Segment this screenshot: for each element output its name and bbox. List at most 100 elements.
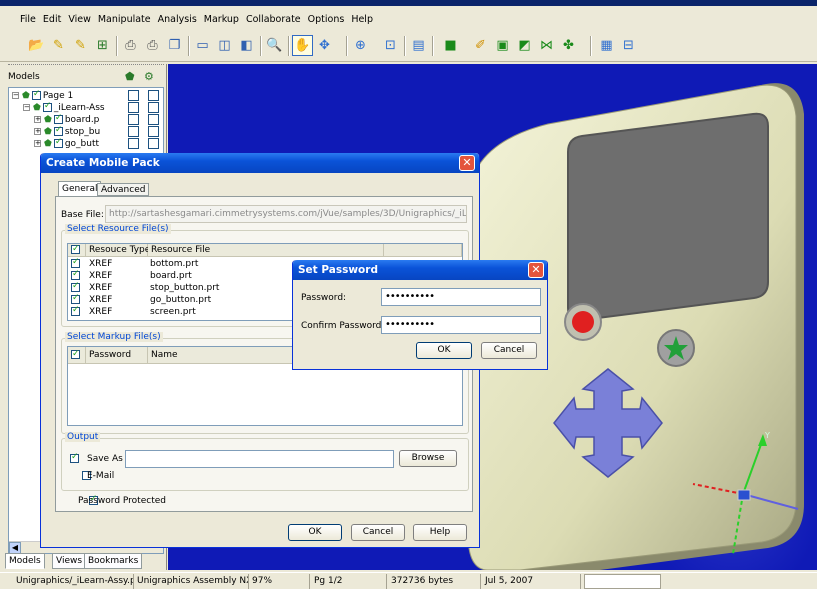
output-group-label: Output bbox=[65, 432, 101, 442]
base-file-field: http://sartashesgamari.cimmetrysystems.c… bbox=[105, 205, 467, 223]
tree-toggle[interactable] bbox=[128, 138, 139, 149]
dual-view-icon[interactable]: ◧ bbox=[236, 35, 257, 56]
comment-icon[interactable]: ▤ bbox=[408, 35, 429, 56]
browse-button[interactable]: Browse bbox=[399, 450, 457, 467]
single-view-icon[interactable]: ▭ bbox=[192, 35, 213, 56]
wand-icon[interactable]: ✎ bbox=[48, 35, 69, 56]
help-button[interactable]: Help bbox=[413, 524, 467, 541]
pan-hand-icon[interactable]: ✋ bbox=[292, 35, 313, 56]
tree-toggle[interactable] bbox=[128, 126, 139, 137]
color-icon[interactable]: ✤ bbox=[558, 35, 579, 56]
password-ok-button[interactable]: OK bbox=[416, 342, 472, 359]
rotate-icon[interactable]: ✥ bbox=[314, 35, 335, 56]
svg-text:Y: Y bbox=[764, 431, 770, 440]
save-as-input[interactable] bbox=[125, 450, 394, 468]
tab-views[interactable]: Views bbox=[52, 553, 87, 569]
menu-collaborate[interactable]: Collaborate bbox=[246, 14, 301, 25]
tree-item-stop-button[interactable]: +⬟ stop_bu bbox=[34, 125, 100, 137]
menu-manipulate[interactable]: Manipulate bbox=[98, 14, 151, 25]
box-icon[interactable]: ▣ bbox=[492, 35, 513, 56]
tree-item-page[interactable]: −⬟ Page 1 bbox=[12, 89, 73, 101]
save-as-checkbox[interactable] bbox=[70, 452, 79, 463]
menu-help[interactable]: Help bbox=[351, 14, 373, 25]
col-extra bbox=[384, 244, 462, 257]
markup-group-label: Select Markup File(s) bbox=[65, 332, 163, 342]
status-blank bbox=[584, 574, 661, 589]
status-page: Pg 1/2 bbox=[312, 574, 387, 589]
tree-toggle[interactable] bbox=[128, 114, 139, 125]
split-view-icon[interactable]: ◫ bbox=[214, 35, 235, 56]
paint-icon[interactable]: ✐ bbox=[470, 35, 491, 56]
resource-group-label: Select Resource File(s) bbox=[65, 224, 171, 234]
password-input[interactable]: •••••••••• bbox=[381, 288, 541, 306]
tab-bookmarks[interactable]: Bookmarks bbox=[84, 553, 143, 569]
tree-toggle[interactable] bbox=[148, 90, 159, 101]
markup-select-all-checkbox[interactable] bbox=[68, 347, 86, 364]
copy-icon[interactable]: ❐ bbox=[164, 35, 185, 56]
base-file-label: Base File: bbox=[61, 210, 104, 220]
magnifier-icon[interactable]: 🔍 bbox=[264, 35, 285, 56]
tree-icon[interactable]: ⊞ bbox=[92, 35, 113, 56]
tree-toggle[interactable] bbox=[148, 102, 159, 113]
col-resource-file[interactable]: Resource File bbox=[148, 244, 384, 257]
set-password-dialog: Set Password ✕ Password: •••••••••• Conf… bbox=[292, 260, 548, 370]
status-zoom: 97% bbox=[250, 574, 310, 589]
tree-toggle[interactable] bbox=[128, 90, 139, 101]
zoom-icon[interactable]: ⊕ bbox=[350, 35, 371, 56]
tree-toggle[interactable] bbox=[148, 126, 159, 137]
ok-button[interactable]: OK bbox=[288, 524, 342, 541]
settings-icon[interactable]: ⚙ bbox=[144, 70, 154, 83]
email-label: E-Mail bbox=[87, 471, 115, 481]
measure-icon[interactable]: ▦ bbox=[596, 35, 617, 56]
close-icon[interactable]: ✕ bbox=[528, 262, 544, 278]
status-date: Jul 5, 2007 bbox=[483, 574, 581, 589]
menu-analysis[interactable]: Analysis bbox=[158, 14, 197, 25]
status-file: Unigraphics/_iLearn-Assy.prt bbox=[14, 574, 134, 589]
table-row-file: bottom.prt bbox=[150, 259, 199, 269]
status-format: Unigraphics Assembly NX4 bbox=[135, 574, 249, 589]
print-preview-icon[interactable]: ⎙ bbox=[142, 35, 163, 56]
solid-icon[interactable]: ■ bbox=[440, 35, 461, 56]
explode-icon[interactable]: ⋈ bbox=[536, 35, 557, 56]
model-icon[interactable]: ⬟ bbox=[125, 70, 135, 83]
tree-item-assembly[interactable]: −⬟ _iLearn-Ass bbox=[23, 101, 105, 113]
wand2-icon[interactable]: ✎ bbox=[70, 35, 91, 56]
menu-markup[interactable]: Markup bbox=[204, 14, 239, 25]
confirm-password-label: Confirm Password: bbox=[301, 321, 385, 331]
tab-advanced[interactable]: Advanced bbox=[97, 183, 150, 196]
menu-view[interactable]: View bbox=[68, 14, 91, 25]
fit-icon[interactable]: ⊡ bbox=[380, 35, 401, 56]
section-icon[interactable]: ◩ bbox=[514, 35, 535, 56]
dimension-icon[interactable]: ⊟ bbox=[618, 35, 639, 56]
status-extra bbox=[664, 574, 817, 589]
row-checkbox[interactable] bbox=[71, 305, 80, 318]
table-row-file: board.prt bbox=[150, 271, 192, 281]
table-row-type: XREF bbox=[89, 271, 113, 281]
cancel-button[interactable]: Cancel bbox=[351, 524, 405, 541]
menu-edit[interactable]: Edit bbox=[43, 14, 61, 25]
tree-toggle[interactable] bbox=[128, 102, 139, 113]
password-protected-label: Password Protected bbox=[78, 496, 166, 506]
models-header: Models ⬟ ⚙ bbox=[8, 69, 164, 87]
select-all-checkbox[interactable] bbox=[68, 243, 86, 257]
tree-toggle[interactable] bbox=[148, 114, 159, 125]
print-icon[interactable]: ⎙ bbox=[120, 35, 141, 56]
tab-models[interactable]: Models bbox=[5, 553, 45, 569]
toolbar: 📂 ✎ ✎ ⊞ ⎙ ⎙ ❐ ▭ ◫ ◧ 🔍 ✋ ✥ ⊕ ⊡ ▤ ■ ✐ ▣ ◩ … bbox=[0, 32, 817, 62]
status-size: 372736 bytes bbox=[389, 574, 481, 589]
password-cancel-button[interactable]: Cancel bbox=[481, 342, 537, 359]
password-dialog-title: Set Password bbox=[293, 260, 547, 280]
close-icon[interactable]: ✕ bbox=[459, 155, 475, 171]
tree-item-board[interactable]: +⬟ board.p bbox=[34, 113, 99, 125]
tree-item-go-button[interactable]: +⬟ go_butt bbox=[34, 137, 99, 149]
table-row-type: XREF bbox=[89, 307, 113, 317]
tab-general[interactable]: General bbox=[58, 181, 102, 196]
col-resource-type[interactable]: Resouce Type bbox=[86, 244, 150, 257]
save-as-label: Save As bbox=[87, 454, 123, 464]
tree-toggle[interactable] bbox=[148, 138, 159, 149]
menu-options[interactable]: Options bbox=[308, 14, 345, 25]
col-password[interactable]: Password bbox=[86, 347, 148, 364]
confirm-password-input[interactable]: •••••••••• bbox=[381, 316, 541, 334]
menu-file[interactable]: File bbox=[20, 14, 36, 25]
open-icon[interactable]: 📂 bbox=[26, 35, 47, 56]
